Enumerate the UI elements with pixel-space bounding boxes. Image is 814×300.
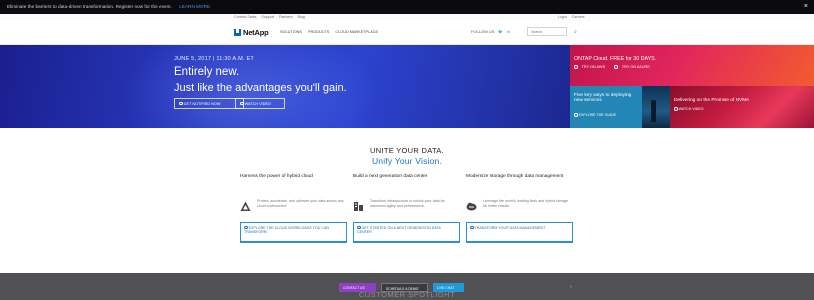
announcement-bar: Eliminate the barriers to data-driven tr…: [0, 0, 814, 14]
search-icon[interactable]: ⌕: [574, 29, 577, 35]
utility-link-support[interactable]: Support: [261, 15, 274, 19]
cta-label: EXPLORE THE CLOUD WORKLOADS YOU CAN TRAN…: [244, 225, 329, 235]
nav-item-cloud-marketplace[interactable]: CLOUD MARKETPLACE: [335, 30, 378, 34]
linkedin-icon[interactable]: in: [507, 29, 510, 34]
sticky-action-bar: CONTACT US SCHEDULE A DEMO LIVE CHAT: [339, 283, 469, 292]
storage-cloud-icon: [466, 202, 477, 211]
nvme-promo-title: Delivering on the Promise of NVMe: [674, 98, 749, 103]
social-links: FOLLOW US 🐦 in: [471, 29, 510, 34]
feature-body: Transform infrastructure to unlock your …: [353, 199, 460, 217]
arrow-circle-icon: [357, 225, 361, 230]
contact-us-button[interactable]: CONTACT US: [339, 283, 376, 292]
arrow-circle-icon: [574, 65, 578, 69]
feature-column-data-center: Build a next generation data center Tran…: [353, 174, 460, 243]
customer-spotlight-band: CUSTOMER SPOTLIGHT CONTACT US SCHEDULE A…: [0, 273, 814, 300]
get-notified-button[interactable]: GET NOTIFIED NOW: [174, 98, 244, 109]
try-on-azure-link[interactable]: TRY ON AZURE: [614, 65, 654, 69]
arrow-circle-icon: [574, 113, 578, 117]
feature-description: Transform infrastructure to unlock your …: [370, 199, 445, 208]
live-chat-label: LIVE CHAT: [437, 285, 455, 290]
search-input[interactable]: [527, 27, 567, 36]
hero-date: JUNE 5, 2017 | 11:30 A.M. ET: [174, 56, 255, 62]
nav-item-solutions[interactable]: SOLUTIONS: [280, 30, 302, 34]
live-chat-button[interactable]: LIVE CHAT: [433, 283, 464, 292]
nvme-promo-tile[interactable]: Delivering on the Promise of NVMe WATCH …: [670, 86, 814, 128]
feature-heading: Harness the power of hybrid cloud: [240, 174, 313, 179]
cta-label: TRANSFORM YOUR DATA MANAGEMENT: [474, 225, 546, 230]
guide-promo-tile[interactable]: Five key ways to deploying new services …: [570, 86, 670, 128]
bell-icon: [179, 101, 183, 106]
guide-promo-link-label: EXPLORE THE GUIDE: [578, 113, 617, 117]
guide-promo-link[interactable]: EXPLORE THE GUIDE: [574, 113, 616, 117]
main-nav: NetApp SOLUTIONS PRODUCTS CLOUD MARKETPL…: [0, 20, 814, 45]
hero-subline: Just like the advantages you'll gain.: [174, 82, 347, 94]
try-on-azure-label: TRY ON AZURE: [621, 65, 650, 69]
arrow-circle-icon: [244, 225, 248, 230]
watch-video-label: WATCH VIDEO: [244, 101, 271, 106]
announcement-text: Eliminate the barriers to data-driven tr…: [7, 4, 210, 9]
netapp-logo-icon: [234, 28, 241, 36]
schedule-demo-label: SCHEDULE A DEMO: [386, 286, 419, 291]
play-icon: [240, 101, 244, 106]
ontap-promo-tile[interactable]: ONTAP Cloud. FREE for 30 DAYS. TRY ON AW…: [570, 45, 814, 86]
play-icon: [674, 107, 678, 111]
close-icon[interactable]: ×: [804, 3, 808, 10]
utility-right-links: Login Careers: [554, 15, 585, 19]
watch-video-button[interactable]: WATCH VIDEO: [235, 98, 285, 109]
utility-link-contact-sales[interactable]: Contact Sales: [234, 15, 256, 19]
hero-headline: Entirely new.: [174, 66, 240, 78]
try-on-aws-link[interactable]: TRY ON AWS: [574, 65, 609, 69]
netapp-logo[interactable]: NetApp: [234, 27, 269, 37]
feature-column-storage: Modernize storage through data managemen…: [466, 174, 573, 243]
nvme-promo-link[interactable]: WATCH VIDEO: [674, 107, 704, 111]
feature-body: Leverage the world's leading flash and h…: [466, 199, 573, 217]
announcement-message: Eliminate the barriers to data-driven tr…: [7, 4, 172, 9]
follow-label: FOLLOW US: [471, 29, 495, 34]
arrow-circle-icon: [614, 65, 618, 69]
twitter-icon[interactable]: 🐦: [498, 29, 503, 34]
section-subtitle: Unify Your Vision.: [371, 156, 443, 166]
ontap-promo-links: TRY ON AWS TRY ON AZURE: [574, 65, 658, 69]
chevron-down-icon[interactable]: ›: [570, 284, 572, 290]
feature-description: Leverage the world's leading flash and h…: [483, 199, 568, 208]
cta-label: GET STARTED ON A NEXT GENERATION DATA CE…: [357, 225, 441, 235]
get-started-data-center-button[interactable]: GET STARTED ON A NEXT GENERATION DATA CE…: [353, 222, 460, 243]
nav-menu: SOLUTIONS PRODUCTS CLOUD MARKETPLACE: [280, 30, 383, 34]
try-on-aws-label: TRY ON AWS: [581, 65, 606, 69]
datacenter-icon: [354, 202, 363, 211]
transform-data-management-button[interactable]: TRANSFORM YOUR DATA MANAGEMENT: [466, 222, 573, 243]
feature-heading: Modernize storage through data managemen…: [466, 174, 564, 179]
nvme-promo-link-label: WATCH VIDEO: [678, 107, 704, 111]
guide-promo-title: Five key ways to deploying new services: [574, 93, 632, 104]
explore-cloud-workloads-button[interactable]: EXPLORE THE CLOUD WORKLOADS YOU CAN TRAN…: [240, 222, 347, 243]
cloud-arrows-icon: [240, 201, 251, 211]
arrow-circle-icon: [470, 225, 474, 230]
feature-column-hybrid-cloud: Harness the power of hybrid cloud Protec…: [240, 174, 347, 243]
get-notified-label: GET NOTIFIED NOW: [183, 101, 221, 106]
section-title: UNITE YOUR DATA.: [370, 146, 444, 155]
feature-description: Protect, accelerate, and optimize your d…: [257, 199, 344, 208]
utility-link-partners[interactable]: Partners: [279, 15, 293, 19]
announcement-link[interactable]: LEARN MORE: [179, 4, 210, 9]
ontap-promo-title: ONTAP Cloud. FREE for 30 DAYS.: [574, 56, 657, 62]
feature-heading: Build a next generation data center: [353, 174, 428, 179]
schedule-demo-button[interactable]: SCHEDULE A DEMO: [381, 283, 428, 292]
login-link[interactable]: Login: [558, 15, 567, 19]
careers-link[interactable]: Careers: [572, 15, 585, 19]
nav-item-products[interactable]: PRODUCTS: [308, 30, 329, 34]
utility-links: Contact Sales Support Partners Blog: [234, 15, 309, 19]
feature-body: Protect, accelerate, and optimize your d…: [240, 199, 347, 217]
logo-text: NetApp: [243, 27, 269, 37]
promo-photo: [642, 86, 670, 128]
utility-link-blog[interactable]: Blog: [298, 15, 305, 19]
contact-us-label: CONTACT US: [343, 285, 365, 290]
